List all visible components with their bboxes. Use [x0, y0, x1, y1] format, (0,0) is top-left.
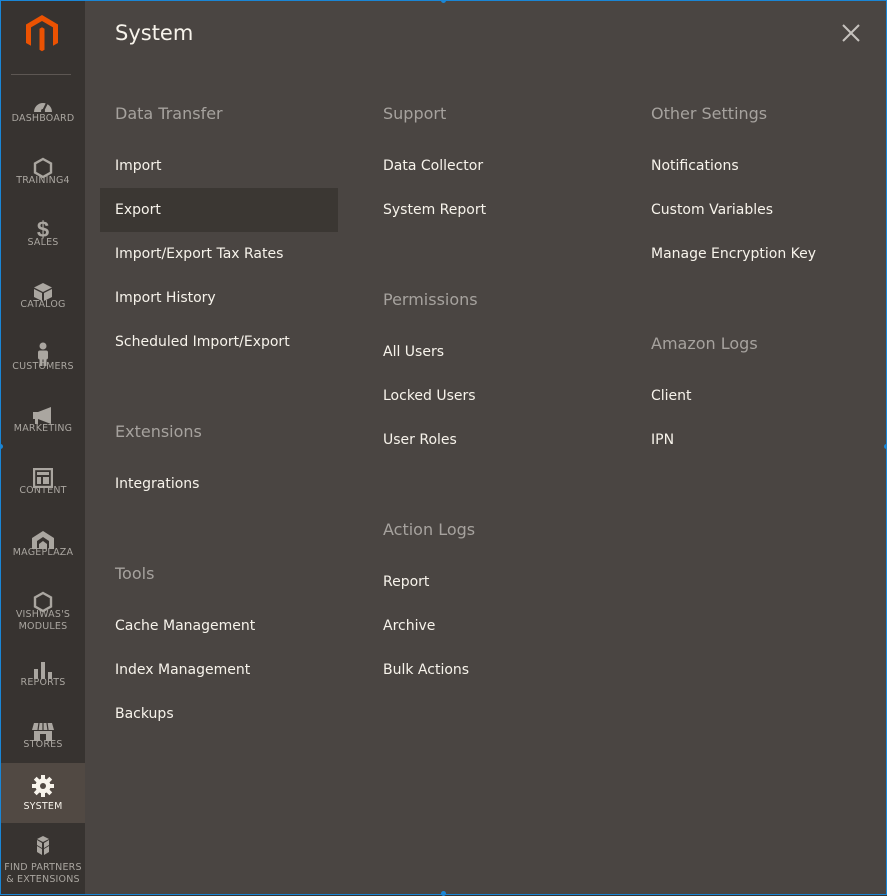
menu-link-manage-encryption-key[interactable]: Manage Encryption Key	[636, 232, 874, 276]
menu-link-export[interactable]: Export	[100, 188, 338, 232]
menu-link-notifications[interactable]: Notifications	[636, 144, 874, 188]
sidebar-item-dashboard[interactable]: DASHBOARD	[1, 87, 85, 149]
admin-sidebar: DASHBOARD TRAINING4 $ SALES CATALOG CUST…	[1, 1, 85, 894]
section-title-tools: Tools	[115, 564, 155, 583]
sidebar-item-find-partners[interactable]: FIND PARTNERS & EXTENSIONS	[1, 827, 85, 893]
sidebar-item-customers[interactable]: CUSTOMERS	[1, 335, 85, 397]
logo-divider	[11, 74, 71, 75]
section-title-data-transfer: Data Transfer	[115, 104, 223, 123]
sidebar-item-reports[interactable]: REPORTS	[1, 651, 85, 713]
section-title-action-logs: Action Logs	[383, 520, 476, 539]
menu-link-bulk-actions[interactable]: Bulk Actions	[368, 648, 606, 692]
menu-link-cache-management[interactable]: Cache Management	[100, 604, 338, 648]
sidebar-item-label: CATALOG	[20, 299, 66, 310]
menu-link-report[interactable]: Report	[368, 560, 606, 604]
sidebar-item-label: SALES	[27, 237, 59, 248]
menu-link-data-collector[interactable]: Data Collector	[368, 144, 606, 188]
menu-link-client[interactable]: Client	[636, 374, 874, 418]
sidebar-item-label: TRAINING4	[16, 175, 70, 186]
section-title-other-settings: Other Settings	[651, 104, 768, 123]
sidebar-item-label: CONTENT	[19, 485, 67, 496]
menu-link-import-export-tax-rates[interactable]: Import/Export Tax Rates	[100, 232, 338, 276]
admin-window: DASHBOARD TRAINING4 $ SALES CATALOG CUST…	[0, 0, 887, 895]
sidebar-item-label: REPORTS	[20, 677, 66, 688]
sidebar-item-label: FIND PARTNERS & EXTENSIONS	[4, 862, 82, 885]
gear-icon	[1, 775, 85, 797]
panel-title: System	[115, 21, 194, 45]
menu-link-integrations[interactable]: Integrations	[100, 462, 338, 506]
sidebar-item-training4[interactable]: TRAINING4	[1, 149, 85, 211]
menu-link-index-management[interactable]: Index Management	[100, 648, 338, 692]
sidebar-item-content[interactable]: CONTENT	[1, 459, 85, 521]
menu-link-all-users[interactable]: All Users	[368, 330, 606, 374]
menu-link-custom-variables[interactable]: Custom Variables	[636, 188, 874, 232]
sidebar-item-label: CUSTOMERS	[12, 361, 74, 372]
sidebar-item-sales[interactable]: $ SALES	[1, 211, 85, 273]
section-title-support: Support	[383, 104, 447, 123]
section-title-amazon-logs: Amazon Logs	[651, 334, 758, 353]
sidebar-item-label: MARKETING	[13, 423, 73, 434]
close-icon[interactable]	[837, 19, 865, 47]
sidebar-item-system[interactable]: SYSTEM	[1, 763, 85, 823]
section-title-extensions: Extensions	[115, 422, 202, 441]
menu-link-system-report[interactable]: System Report	[368, 188, 606, 232]
menu-link-user-roles[interactable]: User Roles	[368, 418, 606, 462]
system-menu-panel: System Data Transfer Import Export Impor…	[85, 1, 886, 894]
sidebar-item-label: STORES	[23, 739, 63, 750]
resize-handle-bottom[interactable]	[441, 891, 446, 896]
menu-link-ipn[interactable]: IPN	[636, 418, 874, 462]
menu-link-scheduled-import-export[interactable]: Scheduled Import/Export	[100, 320, 338, 364]
cubes-icon	[1, 835, 85, 857]
menu-link-import[interactable]: Import	[100, 144, 338, 188]
sidebar-item-label: DASHBOARD	[11, 113, 75, 124]
sidebar-item-label: MAGEPLAZA	[12, 547, 74, 558]
sidebar-item-marketing[interactable]: MARKETING	[1, 397, 85, 459]
section-title-permissions: Permissions	[383, 290, 478, 309]
menu-link-backups[interactable]: Backups	[100, 692, 338, 736]
menu-link-locked-users[interactable]: Locked Users	[368, 374, 606, 418]
magento-logo[interactable]	[22, 13, 62, 53]
sidebar-item-vishwass-modules[interactable]: VISHWAS'S MODULES	[1, 583, 85, 649]
sidebar-item-label: VISHWAS'S MODULES	[15, 609, 71, 632]
sidebar-item-label: SYSTEM	[23, 801, 63, 812]
menu-link-import-history[interactable]: Import History	[100, 276, 338, 320]
sidebar-item-catalog[interactable]: CATALOG	[1, 273, 85, 335]
menu-link-archive[interactable]: Archive	[368, 604, 606, 648]
sidebar-item-mageplaza[interactable]: MAGEPLAZA	[1, 521, 85, 583]
